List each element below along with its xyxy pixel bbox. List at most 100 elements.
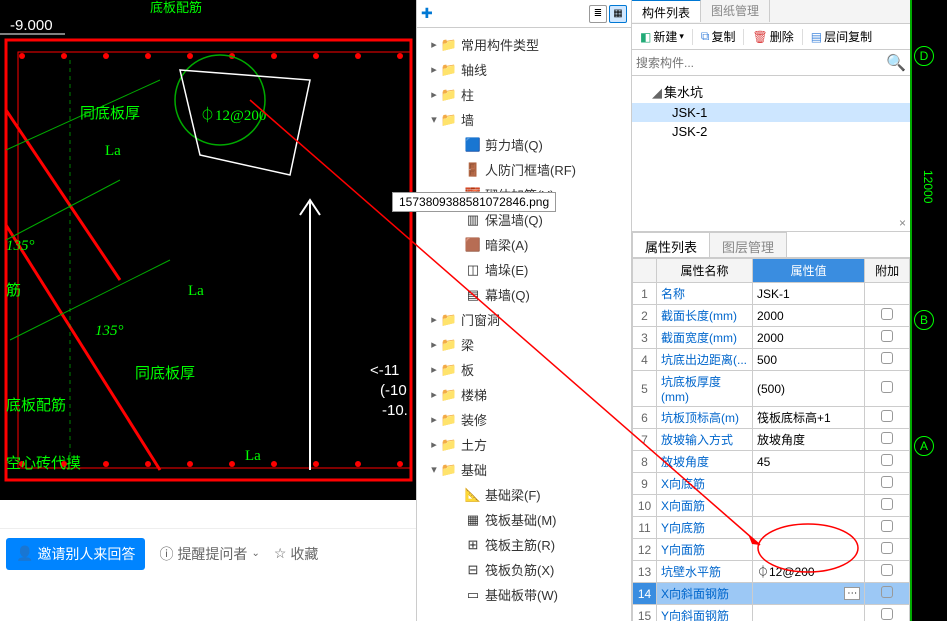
- tree-item[interactable]: ▸📁柱: [417, 82, 631, 107]
- property-extra[interactable]: [865, 349, 910, 371]
- property-extra[interactable]: [865, 561, 910, 583]
- property-value[interactable]: 放坡角度: [753, 429, 865, 451]
- property-value[interactable]: [753, 517, 865, 539]
- tree-item[interactable]: ▸📁土方: [417, 432, 631, 457]
- property-table[interactable]: 属性名称 属性值 附加 1 名称 JSK-1 2 截面长度(mm) 2000 3…: [632, 258, 910, 621]
- tree-item[interactable]: 🟫暗梁(A): [417, 232, 631, 257]
- folder-icon: 📁: [441, 38, 457, 52]
- search-icon[interactable]: 🔍: [886, 53, 906, 73]
- more-button[interactable]: ⋯: [844, 587, 860, 600]
- property-row[interactable]: 15 Y向斜面钢筋: [633, 605, 910, 621]
- property-row[interactable]: 13 坑壁水平筋 ⏀12@200: [633, 561, 910, 583]
- layer-copy-button[interactable]: ▤层间复制: [807, 26, 876, 47]
- property-value[interactable]: 筏板底标高+1: [753, 407, 865, 429]
- property-value[interactable]: [753, 539, 865, 561]
- search-input[interactable]: [636, 56, 886, 70]
- property-extra[interactable]: [865, 583, 910, 605]
- property-extra[interactable]: [865, 371, 910, 407]
- property-extra[interactable]: [865, 283, 910, 305]
- property-value[interactable]: 500: [753, 349, 865, 371]
- property-row[interactable]: 1 名称 JSK-1: [633, 283, 910, 305]
- property-extra[interactable]: [865, 495, 910, 517]
- tree-item[interactable]: ▸📁常用构件类型: [417, 32, 631, 57]
- tab-drawing-mgmt[interactable]: 图纸管理: [701, 0, 770, 22]
- property-name: 放坡输入方式: [657, 429, 753, 451]
- favorite-link[interactable]: ☆ 收藏: [274, 544, 319, 564]
- property-value[interactable]: 45: [753, 451, 865, 473]
- tree-item[interactable]: 🟦剪力墙(Q): [417, 132, 631, 157]
- close-icon[interactable]: ×: [899, 216, 906, 230]
- property-extra[interactable]: [865, 473, 910, 495]
- property-row[interactable]: 7 放坡输入方式 放坡角度: [633, 429, 910, 451]
- expand-icon: ▸: [427, 88, 441, 101]
- tree-item[interactable]: ▸📁轴线: [417, 57, 631, 82]
- icon-view-button[interactable]: ▦: [609, 5, 627, 23]
- tab-properties[interactable]: 属性列表: [632, 232, 710, 257]
- tree-item[interactable]: 🚪人防门框墙(RF): [417, 157, 631, 182]
- tree-item[interactable]: ▸📁门窗洞: [417, 307, 631, 332]
- tree-item[interactable]: ▸📁楼梯: [417, 382, 631, 407]
- property-row[interactable]: 6 坑板顶标高(m) 筏板底标高+1: [633, 407, 910, 429]
- tree-item[interactable]: ▸📁装修: [417, 407, 631, 432]
- copy-button[interactable]: ⧉复制: [697, 26, 740, 47]
- property-extra[interactable]: [865, 605, 910, 621]
- tree-item[interactable]: ▭基础板带(W): [417, 582, 631, 607]
- tree-item[interactable]: 📐基础梁(F): [417, 482, 631, 507]
- tree-item[interactable]: ▸📁板: [417, 357, 631, 382]
- tree-item[interactable]: ⊟筏板负筋(X): [417, 557, 631, 582]
- image-tooltip: 15738093885810728​46.png: [392, 192, 556, 212]
- property-row[interactable]: 12 Y向面筋: [633, 539, 910, 561]
- property-row[interactable]: 14 X向斜面钢筋 ⋯: [633, 583, 910, 605]
- tab-layer-mgmt[interactable]: 图层管理: [709, 232, 787, 257]
- property-extra[interactable]: [865, 327, 910, 349]
- component-list[interactable]: ◢集水坑 JSK-1 JSK-2: [632, 76, 910, 232]
- property-extra[interactable]: [865, 305, 910, 327]
- property-value[interactable]: [753, 605, 865, 621]
- property-row[interactable]: 10 X向面筋: [633, 495, 910, 517]
- property-name: Y向面筋: [657, 539, 753, 561]
- tree-item[interactable]: ⊞筏板主筋(R): [417, 532, 631, 557]
- tree-item[interactable]: ▤幕墙(Q): [417, 282, 631, 307]
- invite-label: 邀请别人来回答: [37, 544, 135, 564]
- property-value[interactable]: JSK-1: [753, 283, 865, 305]
- tab-component-list[interactable]: 构件列表: [632, 0, 701, 22]
- pin-icon[interactable]: ✚: [421, 5, 433, 22]
- invite-button[interactable]: 👤 邀请别人来回答: [6, 538, 145, 570]
- axis-marker: B: [914, 310, 934, 330]
- component-item[interactable]: JSK-1: [632, 103, 910, 122]
- property-row[interactable]: 8 放坡角度 45: [633, 451, 910, 473]
- property-extra[interactable]: [865, 429, 910, 451]
- component-group[interactable]: ◢集水坑: [632, 80, 910, 103]
- tree-item[interactable]: ▾📁墙: [417, 107, 631, 132]
- property-row[interactable]: 4 坑底出边距离(... 500: [633, 349, 910, 371]
- tree-item[interactable]: ▦筏板基础(M): [417, 507, 631, 532]
- component-item[interactable]: JSK-2: [632, 122, 910, 141]
- property-extra[interactable]: [865, 539, 910, 561]
- property-extra[interactable]: [865, 517, 910, 539]
- property-extra[interactable]: [865, 407, 910, 429]
- tree-item[interactable]: ▸📁梁: [417, 332, 631, 357]
- property-value[interactable]: [753, 495, 865, 517]
- tree-item[interactable]: ◫墙垛(E): [417, 257, 631, 282]
- person-icon: 👤: [16, 545, 33, 562]
- property-row[interactable]: 3 截面宽度(mm) 2000: [633, 327, 910, 349]
- delete-button[interactable]: 🗑删除: [748, 26, 797, 47]
- property-value[interactable]: 2000: [753, 327, 865, 349]
- folder-icon: 📁: [441, 363, 457, 377]
- property-row[interactable]: 2 截面长度(mm) 2000: [633, 305, 910, 327]
- list-view-button[interactable]: ≣: [589, 5, 607, 23]
- property-row[interactable]: 5 坑底板厚度(mm) (500): [633, 371, 910, 407]
- property-value[interactable]: [753, 473, 865, 495]
- property-value[interactable]: ⋯: [753, 583, 865, 605]
- property-extra[interactable]: [865, 451, 910, 473]
- property-value[interactable]: (500): [753, 371, 865, 407]
- property-row[interactable]: 11 Y向底筋: [633, 517, 910, 539]
- component-tree[interactable]: ▸📁常用构件类型▸📁轴线▸📁柱▾📁墙🟦剪力墙(Q)🚪人防门框墙(RF)🧱砌体加筋…: [417, 28, 631, 608]
- property-row[interactable]: 9 X向底筋: [633, 473, 910, 495]
- tree-item[interactable]: ▾📁基础: [417, 457, 631, 482]
- property-value[interactable]: ⏀12@200: [753, 561, 865, 583]
- property-value[interactable]: 2000: [753, 305, 865, 327]
- cad-viewport[interactable]: -9.000 ⏀12@200 同底板厚 底板配筋 La 135° La 筋 13…: [0, 0, 416, 500]
- new-button[interactable]: ◧新建 ▾: [636, 26, 688, 47]
- remind-link[interactable]: ⓘ 提醒提问者 ⌄: [159, 544, 259, 564]
